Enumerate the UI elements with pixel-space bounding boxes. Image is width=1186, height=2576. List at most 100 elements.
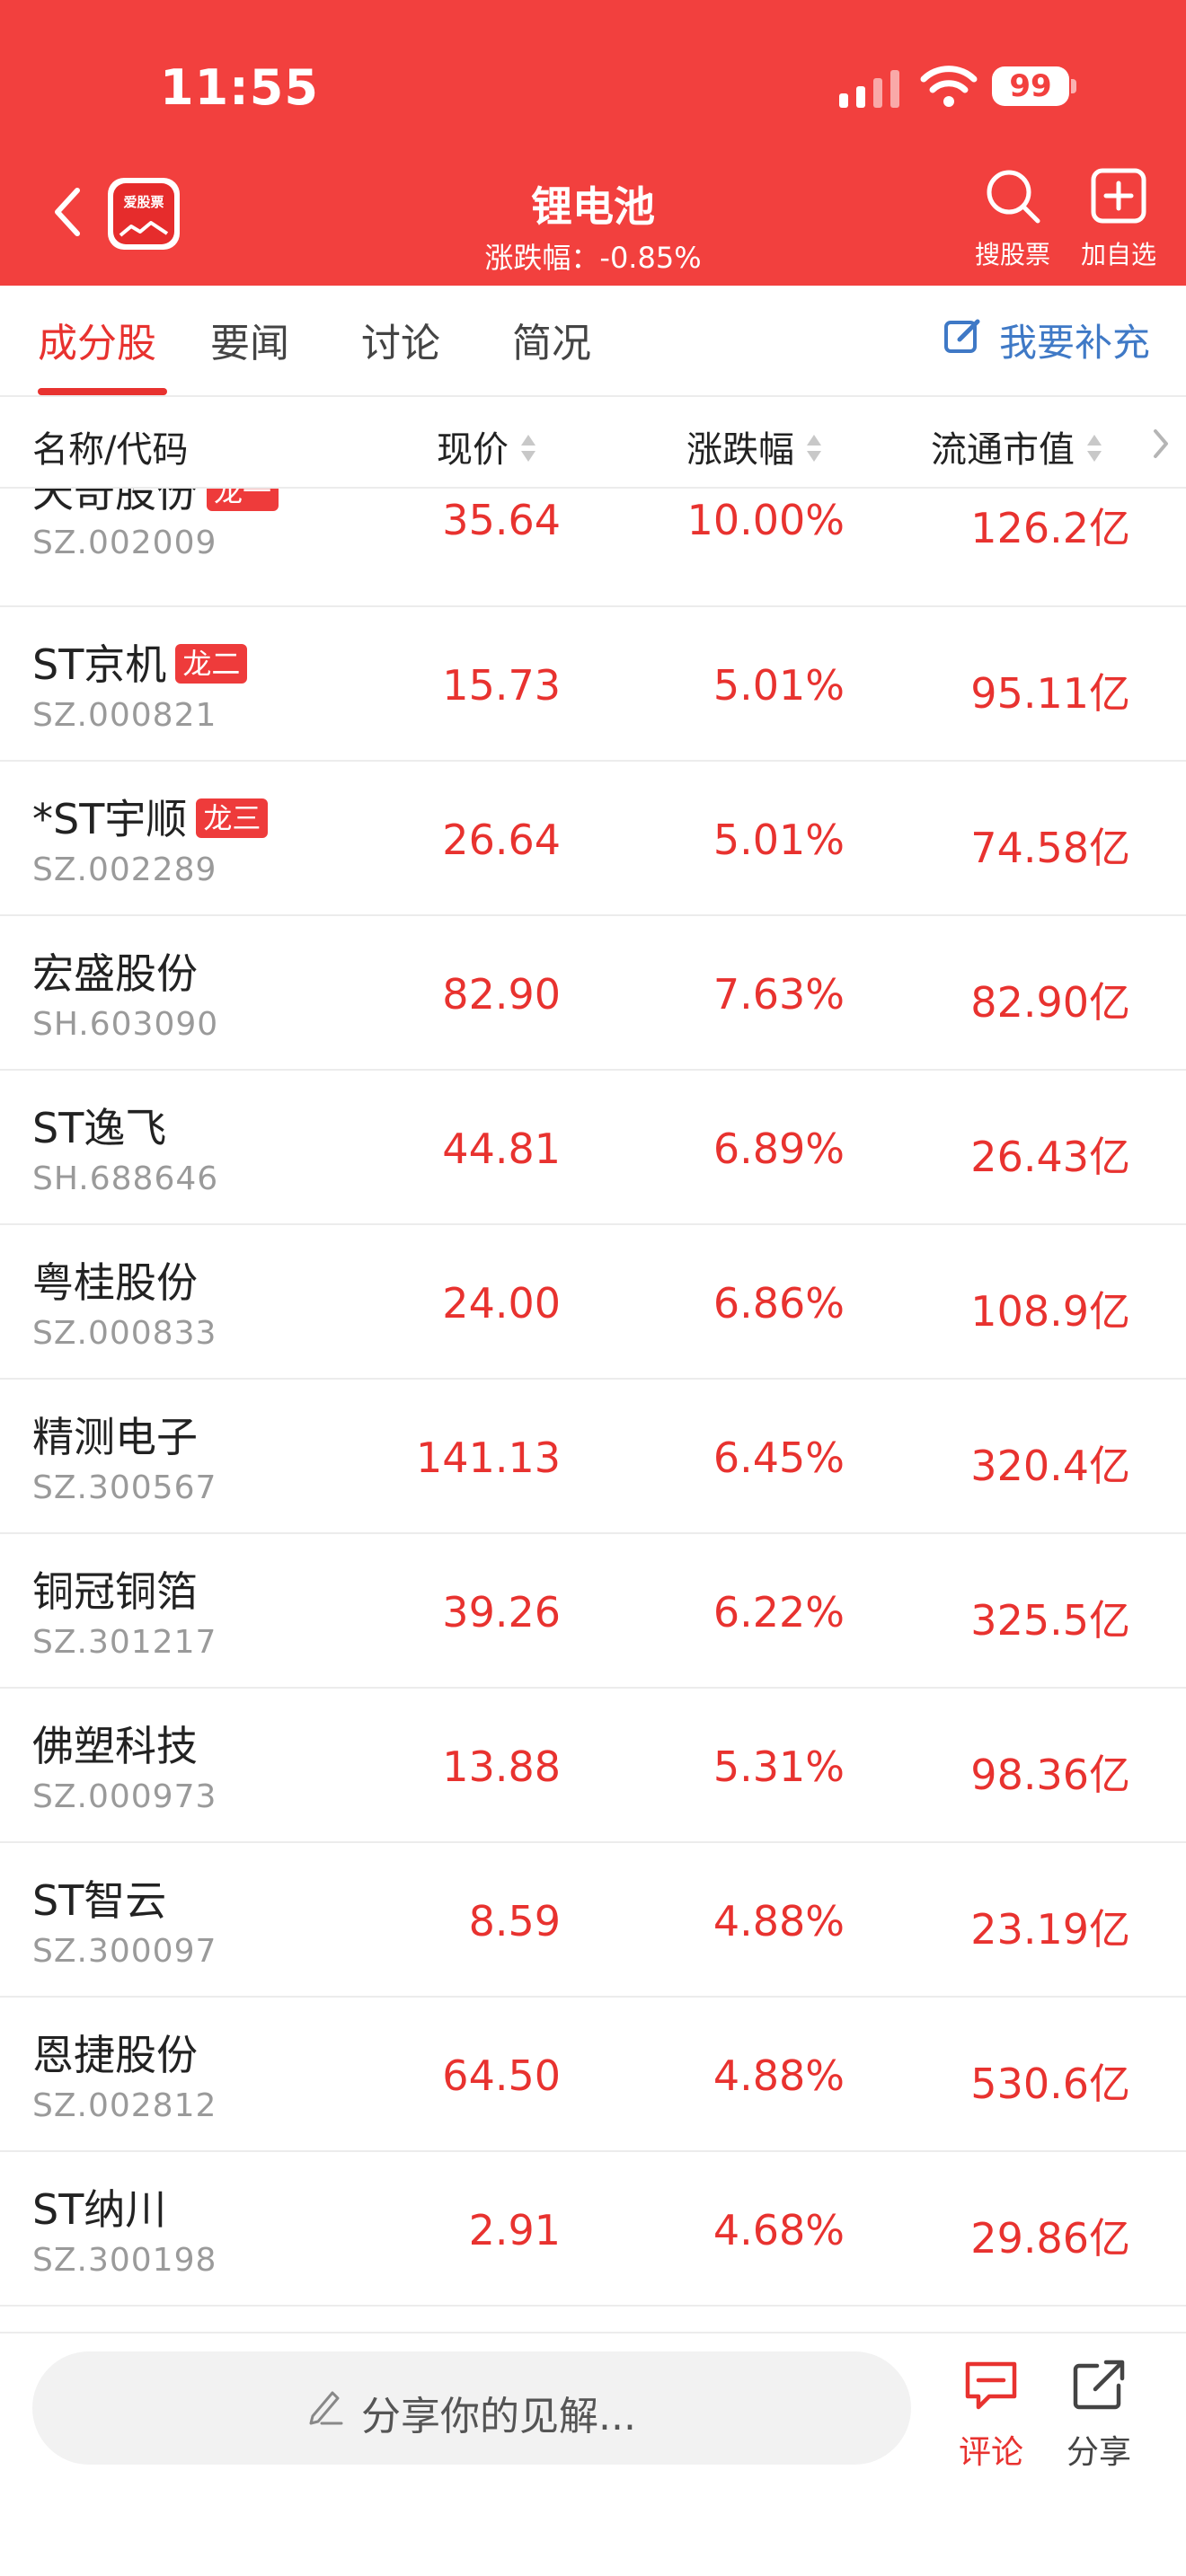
stock-name: 宏盛股份 [32, 949, 198, 998]
stock-name: 天奇股份 龙一 [32, 489, 279, 519]
add-watchlist-label: 加自选 [1080, 240, 1156, 269]
active-tab-indicator [38, 388, 167, 395]
stock-name: 佛塑科技 [32, 1722, 198, 1770]
stock-change: 6.86% [712, 1279, 845, 1328]
stock-code: SZ.002009 [32, 525, 217, 561]
stock-code: SZ.002812 [32, 2087, 217, 2124]
stock-price: 44.81 [442, 1125, 561, 1173]
stock-change: 4.68% [712, 2206, 845, 2254]
tab-constituents[interactable]: 成分股 [38, 311, 156, 368]
column-cap-sort[interactable]: 流通市值 [931, 420, 1102, 472]
comment-label: 评论 [958, 2434, 1023, 2471]
stock-name: *ST宇顺 龙三 [32, 787, 269, 846]
stock-market-cap: 26.43亿 [970, 1133, 1130, 1181]
stock-market-cap: 530.6亿 [970, 2060, 1130, 2108]
stock-name: ST纳川 [32, 2185, 167, 2234]
stock-market-cap: 98.36亿 [970, 1751, 1130, 1799]
stock-market-cap: 320.4亿 [970, 1442, 1130, 1490]
comment-button[interactable]: 评论 [942, 2359, 1040, 2473]
stock-price: 2.91 [468, 2206, 561, 2254]
share-opinion-input[interactable]: 分享你的见解... [32, 2351, 911, 2465]
stock-code: SZ.300097 [32, 1933, 217, 1970]
stock-price: 64.50 [442, 2051, 561, 2100]
table-row[interactable]: *ST宇顺 龙三 SZ.002289 26.64 5.01% 74.58亿 [0, 762, 1186, 916]
share-icon [1073, 2360, 1125, 2410]
column-name-code-label: 名称/代码 [32, 429, 189, 471]
add-watchlist-button[interactable]: 加自选 [1069, 167, 1168, 271]
stock-change: 6.45% [712, 1434, 845, 1482]
stock-code: SZ.002289 [32, 851, 217, 888]
app-header: 11:55 99 爱股票 锂电池 涨跌幅：-0.85% 搜股票 加自选 [0, 0, 1186, 286]
tab-overview[interactable]: 简况 [512, 311, 591, 368]
leader-badge: 龙二 [175, 644, 248, 684]
stock-change: 5.01% [712, 661, 845, 710]
share-label: 分享 [1066, 2434, 1131, 2471]
bottom-bar: 分享你的见解... 评论 分享 [0, 2332, 1186, 2576]
column-change-sort[interactable]: 涨跌幅 [686, 420, 821, 472]
search-icon [987, 170, 1040, 224]
edit-icon [944, 319, 980, 353]
column-cap-label: 流通市值 [931, 429, 1075, 471]
stock-market-cap: 29.86亿 [970, 2214, 1130, 2263]
stock-name: 粤桂股份 [32, 1258, 198, 1307]
comment-icon [965, 2361, 1017, 2410]
table-row[interactable]: 天奇股份 龙一 SZ.002009 35.64 10.00% 126.2亿 [0, 489, 1186, 607]
stock-change: 4.88% [712, 2051, 845, 2100]
plus-square-icon [1091, 168, 1146, 224]
leader-badge: 龙一 [207, 489, 279, 511]
table-row[interactable]: ST纳川 SZ.300198 2.91 4.68% 29.86亿 [0, 2152, 1186, 2307]
tab-discussion[interactable]: 讨论 [361, 311, 440, 368]
cellular-signal-icon [839, 70, 899, 108]
stock-change: 4.88% [712, 1897, 845, 1945]
chevron-right-icon[interactable] [1150, 428, 1172, 460]
sort-arrows-icon [1087, 433, 1102, 463]
stock-code: SH.688646 [32, 1160, 219, 1197]
stock-code: SZ.000973 [32, 1778, 217, 1815]
tab-news[interactable]: 要闻 [210, 311, 289, 368]
stock-code: SZ.000821 [32, 697, 217, 734]
stock-code: SZ.301217 [32, 1624, 217, 1661]
stock-name: ST逸飞 [32, 1104, 167, 1152]
stock-name: 铜冠铜箔 [32, 1567, 198, 1616]
table-row[interactable]: ST京机 龙二 SZ.000821 15.73 5.01% 95.11亿 [0, 607, 1186, 762]
stock-name: 精测电子 [32, 1413, 198, 1461]
stock-list: 天奇股份 龙一 SZ.002009 35.64 10.00% 126.2亿 ST京… [0, 489, 1186, 2332]
column-change-label: 涨跌幅 [686, 429, 794, 471]
stock-price: 13.88 [442, 1742, 561, 1791]
table-row[interactable]: 精测电子 SZ.300567 141.13 6.45% 320.4亿 [0, 1380, 1186, 1534]
stock-price: 82.90 [442, 970, 561, 1019]
stock-code: SZ.000833 [32, 1315, 217, 1352]
table-row[interactable]: 宏盛股份 SH.603090 82.90 7.63% 82.90亿 [0, 916, 1186, 1071]
stock-market-cap: 74.58亿 [970, 824, 1130, 872]
table-row[interactable]: 恩捷股份 SZ.002812 64.50 4.88% 530.6亿 [0, 1998, 1186, 2152]
stock-code: SH.603090 [32, 1006, 219, 1043]
stock-change: 10.00% [686, 496, 845, 544]
search-stock-button[interactable]: 搜股票 [963, 167, 1062, 271]
stock-price: 24.00 [442, 1279, 561, 1328]
table-row[interactable]: ST逸飞 SH.688646 44.81 6.89% 26.43亿 [0, 1071, 1186, 1225]
table-row[interactable]: 粤桂股份 SZ.000833 24.00 6.86% 108.9亿 [0, 1225, 1186, 1380]
stock-market-cap: 82.90亿 [970, 978, 1130, 1027]
stock-market-cap: 126.2亿 [970, 504, 1130, 552]
stock-name: 恩捷股份 [32, 2031, 198, 2079]
battery-indicator: 99 [992, 66, 1069, 106]
table-row[interactable]: ST智云 SZ.300097 8.59 4.88% 23.19亿 [0, 1843, 1186, 1998]
supplement-button[interactable]: 我要补充 [943, 313, 1150, 367]
stock-price: 39.26 [442, 1588, 561, 1636]
column-price-label: 现价 [437, 429, 509, 471]
table-row[interactable]: 佛塑科技 SZ.000973 13.88 5.31% 98.36亿 [0, 1689, 1186, 1843]
column-name-code: 名称/代码 [32, 420, 188, 472]
table-row[interactable]: 铜冠铜箔 SZ.301217 39.26 6.22% 325.5亿 [0, 1534, 1186, 1689]
battery-nub [1071, 79, 1076, 93]
stock-code: SZ.300567 [32, 1469, 217, 1506]
stock-change: 7.63% [712, 970, 845, 1019]
search-stock-label: 搜股票 [974, 240, 1050, 269]
share-button[interactable]: 分享 [1049, 2359, 1148, 2473]
status-time: 11:55 [160, 59, 319, 116]
leader-badge: 龙三 [196, 798, 269, 838]
stock-market-cap: 23.19亿 [970, 1905, 1130, 1954]
stock-market-cap: 95.11亿 [970, 669, 1130, 718]
stock-price: 35.64 [442, 496, 561, 544]
column-price-sort[interactable]: 现价 [437, 420, 535, 472]
sort-arrows-icon [521, 433, 535, 463]
